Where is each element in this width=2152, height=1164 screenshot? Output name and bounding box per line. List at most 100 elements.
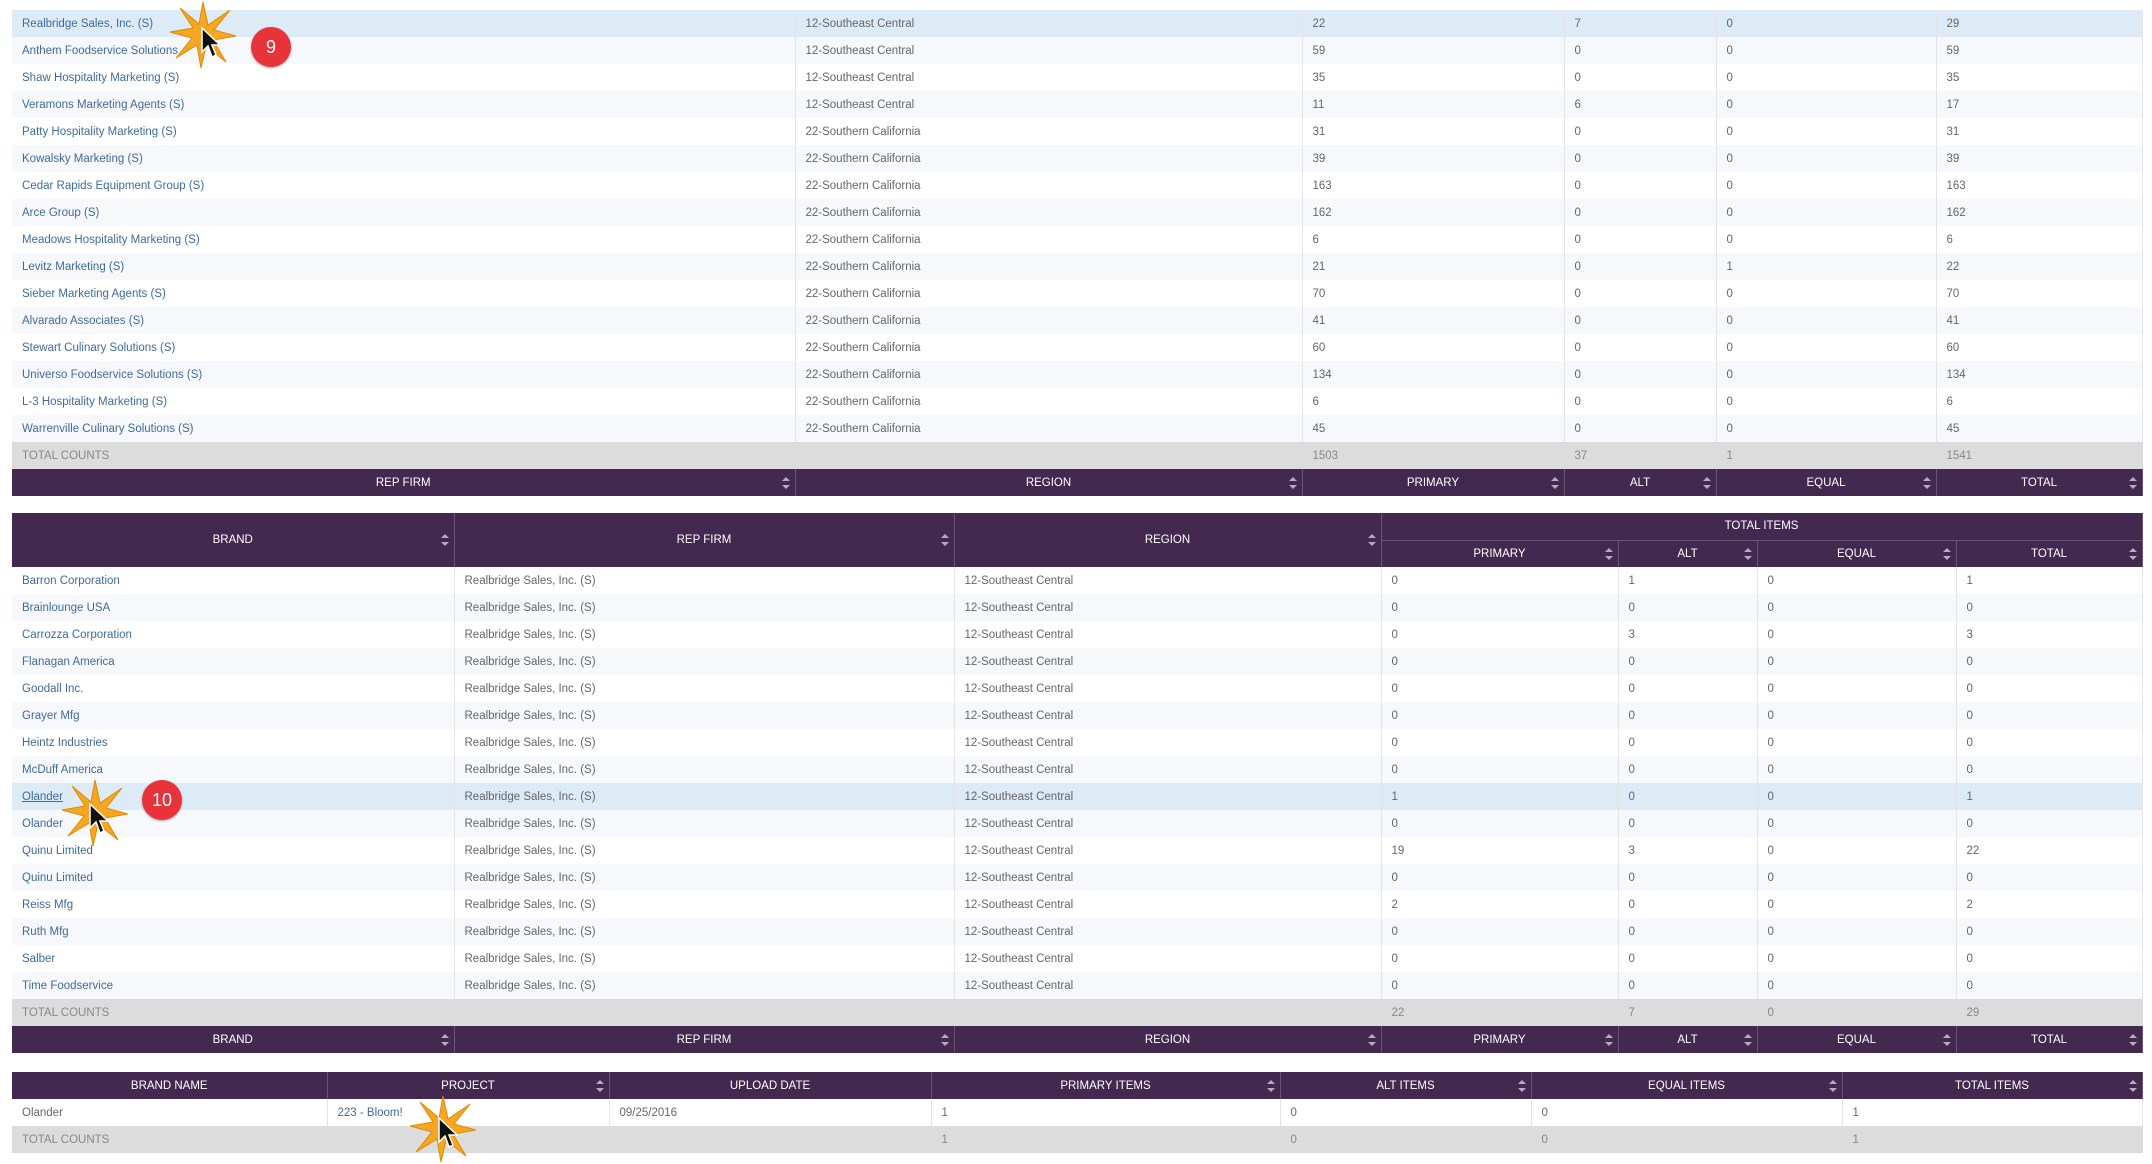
- brand-link[interactable]: Quinu Limited: [12, 864, 455, 891]
- table-row[interactable]: Flanagan America Realbridge Sales, Inc. (…: [12, 648, 2143, 675]
- brand-link[interactable]: Reiss Mfg: [12, 891, 455, 918]
- rep-firm-link[interactable]: L-3 Hospitality Marketing (S): [12, 388, 796, 415]
- brand-link[interactable]: Time Foodservice: [12, 972, 455, 999]
- brand-link[interactable]: Heintz Industries: [12, 729, 455, 756]
- rep-firm-link[interactable]: Sieber Marketing Agents (S): [12, 280, 796, 307]
- sort-total-header[interactable]: TOTAL: [1936, 469, 2143, 496]
- primary-cell: 22: [1302, 10, 1565, 37]
- rep-firm-link[interactable]: Alvarado Associates (S): [12, 307, 796, 334]
- mouse-cursor-icon: [89, 802, 110, 835]
- brand-name-cell: Olander: [12, 1099, 328, 1126]
- table-row[interactable]: Sieber Marketing Agents (S) 22-Southern C…: [12, 280, 2143, 307]
- table-row[interactable]: Salber Realbridge Sales, Inc. (S) 12-South…: [12, 945, 2143, 972]
- table-row[interactable]: Realbridge Sales, Inc. (S) 12-Southeast C…: [12, 10, 2143, 37]
- table-row[interactable]: Carrozza Corporation Realbridge Sales, In…: [12, 621, 2143, 648]
- rep-firm-link[interactable]: Patty Hospitality Marketing (S): [12, 118, 796, 145]
- brand-link[interactable]: Flanagan America: [12, 648, 455, 675]
- brand-link[interactable]: Salber: [12, 945, 455, 972]
- brand-link[interactable]: Ruth Mfg: [12, 918, 455, 945]
- sort-total-items-header[interactable]: TOTAL ITEMS: [1842, 1072, 2143, 1099]
- rep-firm-link[interactable]: Universo Foodservice Solutions (S): [12, 361, 796, 388]
- sort-equal-header[interactable]: EQUAL: [1716, 469, 1937, 496]
- sort-rep-firm-header[interactable]: REP FIRM: [454, 1026, 955, 1053]
- table-row[interactable]: Ruth Mfg Realbridge Sales, Inc. (S) 12-Sou…: [12, 918, 2143, 945]
- brand-link[interactable]: Grayer Mfg: [12, 702, 455, 729]
- table-row[interactable]: Levitz Marketing (S) 22-Southern Californ…: [12, 253, 2143, 280]
- table-row[interactable]: Goodall Inc. Realbridge Sales, Inc. (S) 12…: [12, 675, 2143, 702]
- table-row[interactable]: Olander 223 - Bloom! 09/25/2016 1 0 0 1: [12, 1099, 2143, 1126]
- sort-alt-header[interactable]: ALT: [1618, 1026, 1758, 1053]
- rep-firm-link[interactable]: Meadows Hospitality Marketing (S): [12, 226, 796, 253]
- total-total: 1: [1842, 1126, 2143, 1153]
- rep-firm-link[interactable]: Stewart Culinary Solutions (S): [12, 334, 796, 361]
- brand-link[interactable]: Barron Corporation: [12, 567, 455, 594]
- sort-equal-items-header[interactable]: EQUAL ITEMS: [1531, 1072, 1843, 1099]
- table-row[interactable]: Olander Realbridge Sales, Inc. (S) 12-Sout…: [12, 783, 2143, 810]
- rep-firm-cell: Realbridge Sales, Inc. (S): [454, 864, 955, 891]
- table-row[interactable]: Shaw Hospitality Marketing (S) 12-Southea…: [12, 64, 2143, 91]
- sort-rep-firm-header[interactable]: REP FIRM: [12, 469, 796, 496]
- region-cell: 12-Southeast Central: [954, 729, 1382, 756]
- table-row[interactable]: Grayer Mfg Realbridge Sales, Inc. (S) 12-S…: [12, 702, 2143, 729]
- rep-firm-cell: Realbridge Sales, Inc. (S): [454, 702, 955, 729]
- sort-total-header[interactable]: TOTAL: [1956, 539, 2143, 567]
- table-row[interactable]: Anthem Foodservice Solutions 12-Southeast…: [12, 37, 2143, 64]
- rep-firm-link[interactable]: Veramons Marketing Agents (S): [12, 91, 796, 118]
- rep-firm-cell: Realbridge Sales, Inc. (S): [454, 621, 955, 648]
- rep-firm-link[interactable]: Arce Group (S): [12, 199, 796, 226]
- table-row[interactable]: Olander Realbridge Sales, Inc. (S) 12-Sout…: [12, 810, 2143, 837]
- primary-cell: 0: [1381, 729, 1619, 756]
- table-row[interactable]: Brainlounge USA Realbridge Sales, Inc. (S…: [12, 594, 2143, 621]
- sort-region-header[interactable]: REGION: [795, 469, 1303, 496]
- sort-region-header[interactable]: REGION: [954, 513, 1382, 567]
- sort-brand-header[interactable]: BRAND: [12, 513, 455, 567]
- table-row[interactable]: McDuff America Realbridge Sales, Inc. (S)…: [12, 756, 2143, 783]
- equal-cell: 0: [1757, 945, 1957, 972]
- rep-firm-link[interactable]: Warrenville Culinary Solutions (S): [12, 415, 796, 442]
- rep-firm-cell: Realbridge Sales, Inc. (S): [454, 972, 955, 999]
- sort-equal-header[interactable]: EQUAL: [1757, 1026, 1957, 1053]
- rep-firm-link[interactable]: Shaw Hospitality Marketing (S): [12, 64, 796, 91]
- total-cell: 0: [1956, 702, 2143, 729]
- table-row[interactable]: Arce Group (S) 22-Southern California 162 0…: [12, 199, 2143, 226]
- sort-rep-firm-header[interactable]: REP FIRM: [454, 513, 955, 567]
- table-row[interactable]: Kowalsky Marketing (S) 22-Southern Califo…: [12, 145, 2143, 172]
- table-row[interactable]: Warrenville Culinary Solutions (S) 22-Sou…: [12, 415, 2143, 442]
- sort-total-header[interactable]: TOTAL: [1956, 1026, 2143, 1053]
- table-row[interactable]: Veramons Marketing Agents (S) 12-Southeas…: [12, 91, 2143, 118]
- table-row[interactable]: Quinu Limited Realbridge Sales, Inc. (S) 1…: [12, 864, 2143, 891]
- sort-primary-header[interactable]: PRIMARY: [1381, 539, 1619, 567]
- sort-equal-header[interactable]: EQUAL: [1757, 539, 1957, 567]
- primary-cell: 163: [1302, 172, 1565, 199]
- brand-link[interactable]: Goodall Inc.: [12, 675, 455, 702]
- table-row[interactable]: Universo Foodservice Solutions (S) 22-Sou…: [12, 361, 2143, 388]
- table-row[interactable]: Time Foodservice Realbridge Sales, Inc. (…: [12, 972, 2143, 999]
- rep-firm-link[interactable]: Realbridge Sales, Inc. (S): [12, 10, 796, 37]
- rep-firm-link[interactable]: Anthem Foodservice Solutions: [12, 37, 796, 64]
- table-row[interactable]: Cedar Rapids Equipment Group (S) 22-South…: [12, 172, 2143, 199]
- sort-primary-header[interactable]: PRIMARY: [1302, 469, 1565, 496]
- equal-cell: 1: [1716, 253, 1937, 280]
- rep-firm-link[interactable]: Cedar Rapids Equipment Group (S): [12, 172, 796, 199]
- sort-primary-items-header[interactable]: PRIMARY ITEMS: [931, 1072, 1281, 1099]
- brand-link[interactable]: Carrozza Corporation: [12, 621, 455, 648]
- sort-alt-header[interactable]: ALT: [1564, 469, 1717, 496]
- table-row[interactable]: Quinu Limited Realbridge Sales, Inc. (S) 1…: [12, 837, 2143, 864]
- sort-region-header[interactable]: REGION: [954, 1026, 1382, 1053]
- table-row[interactable]: Reiss Mfg Realbridge Sales, Inc. (S) 12-So…: [12, 891, 2143, 918]
- sort-alt-header[interactable]: ALT: [1618, 539, 1758, 567]
- brand-link[interactable]: Brainlounge USA: [12, 594, 455, 621]
- sort-brand-header[interactable]: BRAND: [12, 1026, 455, 1053]
- table-row[interactable]: Meadows Hospitality Marketing (S) 22-Sout…: [12, 226, 2143, 253]
- table-row[interactable]: L-3 Hospitality Marketing (S) 22-Southern…: [12, 388, 2143, 415]
- table-row[interactable]: Stewart Culinary Solutions (S) 22-Souther…: [12, 334, 2143, 361]
- rep-firm-link[interactable]: Kowalsky Marketing (S): [12, 145, 796, 172]
- table-row[interactable]: Barron Corporation Realbridge Sales, Inc.…: [12, 567, 2143, 594]
- table-row[interactable]: Patty Hospitality Marketing (S) 22-Southe…: [12, 118, 2143, 145]
- sort-primary-header[interactable]: PRIMARY: [1381, 1026, 1619, 1053]
- total-counts-row: TOTAL COUNTS 1503 37 1 1541: [12, 442, 2143, 469]
- table-row[interactable]: Heintz Industries Realbridge Sales, Inc. …: [12, 729, 2143, 756]
- sort-alt-items-header[interactable]: ALT ITEMS: [1280, 1072, 1532, 1099]
- table-row[interactable]: Alvarado Associates (S) 22-Southern Calif…: [12, 307, 2143, 334]
- rep-firm-link[interactable]: Levitz Marketing (S): [12, 253, 796, 280]
